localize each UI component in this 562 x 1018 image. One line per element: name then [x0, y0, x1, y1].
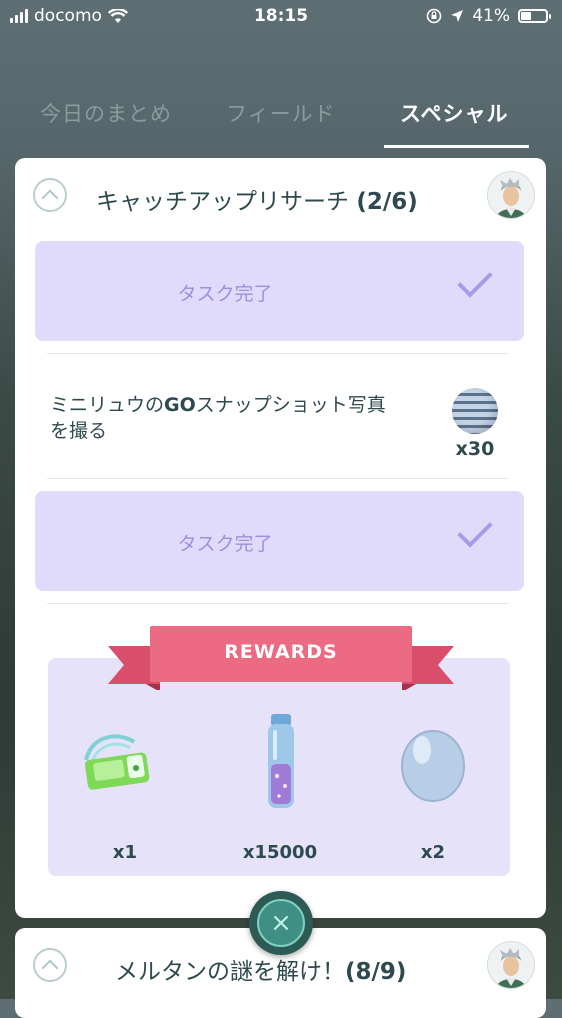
- task-complete-label: タスク完了: [177, 533, 273, 555]
- professor-avatar-icon: [488, 942, 534, 988]
- research-title: キャッチアップリサーチ (2/6): [96, 182, 418, 216]
- task-text-prefix: ミニリュウの: [50, 394, 165, 416]
- task-text-brand: GO: [164, 394, 196, 416]
- task-description: ミニリュウのGOスナップショット写真を撮る: [50, 392, 390, 444]
- research-title-text: キャッチアップリサーチ: [96, 189, 349, 215]
- research-progress: (2/6): [356, 189, 418, 215]
- active-tab-indicator: [384, 145, 529, 148]
- divider: [47, 603, 509, 604]
- checkmark-icon: [457, 512, 493, 548]
- reward-qty: x15000: [242, 842, 318, 863]
- chevron-up-icon: [41, 959, 59, 976]
- collapse-button[interactable]: [33, 948, 67, 982]
- next-research-progress: (8/9): [345, 959, 407, 985]
- status-right: 41%: [426, 6, 551, 26]
- tab-bar: 今日のまとめ フィールド スペシャル: [0, 92, 562, 148]
- orientation-lock-icon: [426, 8, 442, 24]
- rewards-title: REWARDS: [224, 641, 338, 663]
- task-complete-label: タスク完了: [177, 283, 273, 305]
- tab-special[interactable]: スペシャル: [400, 98, 509, 128]
- location-arrow-icon: [451, 10, 464, 22]
- reward-qty: x2: [420, 842, 446, 863]
- special-research-card: キャッチアップリサーチ (2/6) タスク完了 ミニリュウのGOスナップショット…: [15, 158, 546, 918]
- divider: [47, 478, 509, 479]
- battery-percent: 41%: [472, 6, 510, 26]
- task-reward-qty: x30: [455, 438, 495, 460]
- egg-icon: [401, 730, 465, 802]
- close-button[interactable]: ×: [249, 891, 313, 955]
- battery-icon: [518, 9, 551, 23]
- task-complete-row[interactable]: タスク完了: [35, 241, 524, 341]
- checkmark-icon: [457, 262, 493, 298]
- next-research-title-text: メルタンの謎を解け！: [115, 959, 345, 985]
- chevron-up-icon: [41, 189, 59, 206]
- great-ball-icon: [452, 388, 498, 434]
- divider: [47, 353, 509, 354]
- close-icon: ×: [257, 899, 305, 947]
- stardust-potion-icon: [268, 714, 294, 808]
- avatar[interactable]: [487, 941, 535, 989]
- task-complete-row[interactable]: タスク完了: [35, 491, 524, 591]
- status-bar: docomo 18:15 41%: [0, 0, 562, 34]
- collapse-button[interactable]: [33, 178, 67, 212]
- tab-today-summary[interactable]: 今日のまとめ: [40, 98, 172, 128]
- rewards-ribbon: REWARDS: [108, 626, 454, 692]
- avatar[interactable]: [487, 171, 535, 219]
- reward-qty: x1: [112, 842, 138, 863]
- pass-icon: [84, 734, 150, 790]
- tab-field[interactable]: フィールド: [226, 98, 336, 128]
- next-research-title: メルタンの謎を解け！(8/9): [115, 952, 406, 986]
- professor-avatar-icon: [488, 172, 534, 218]
